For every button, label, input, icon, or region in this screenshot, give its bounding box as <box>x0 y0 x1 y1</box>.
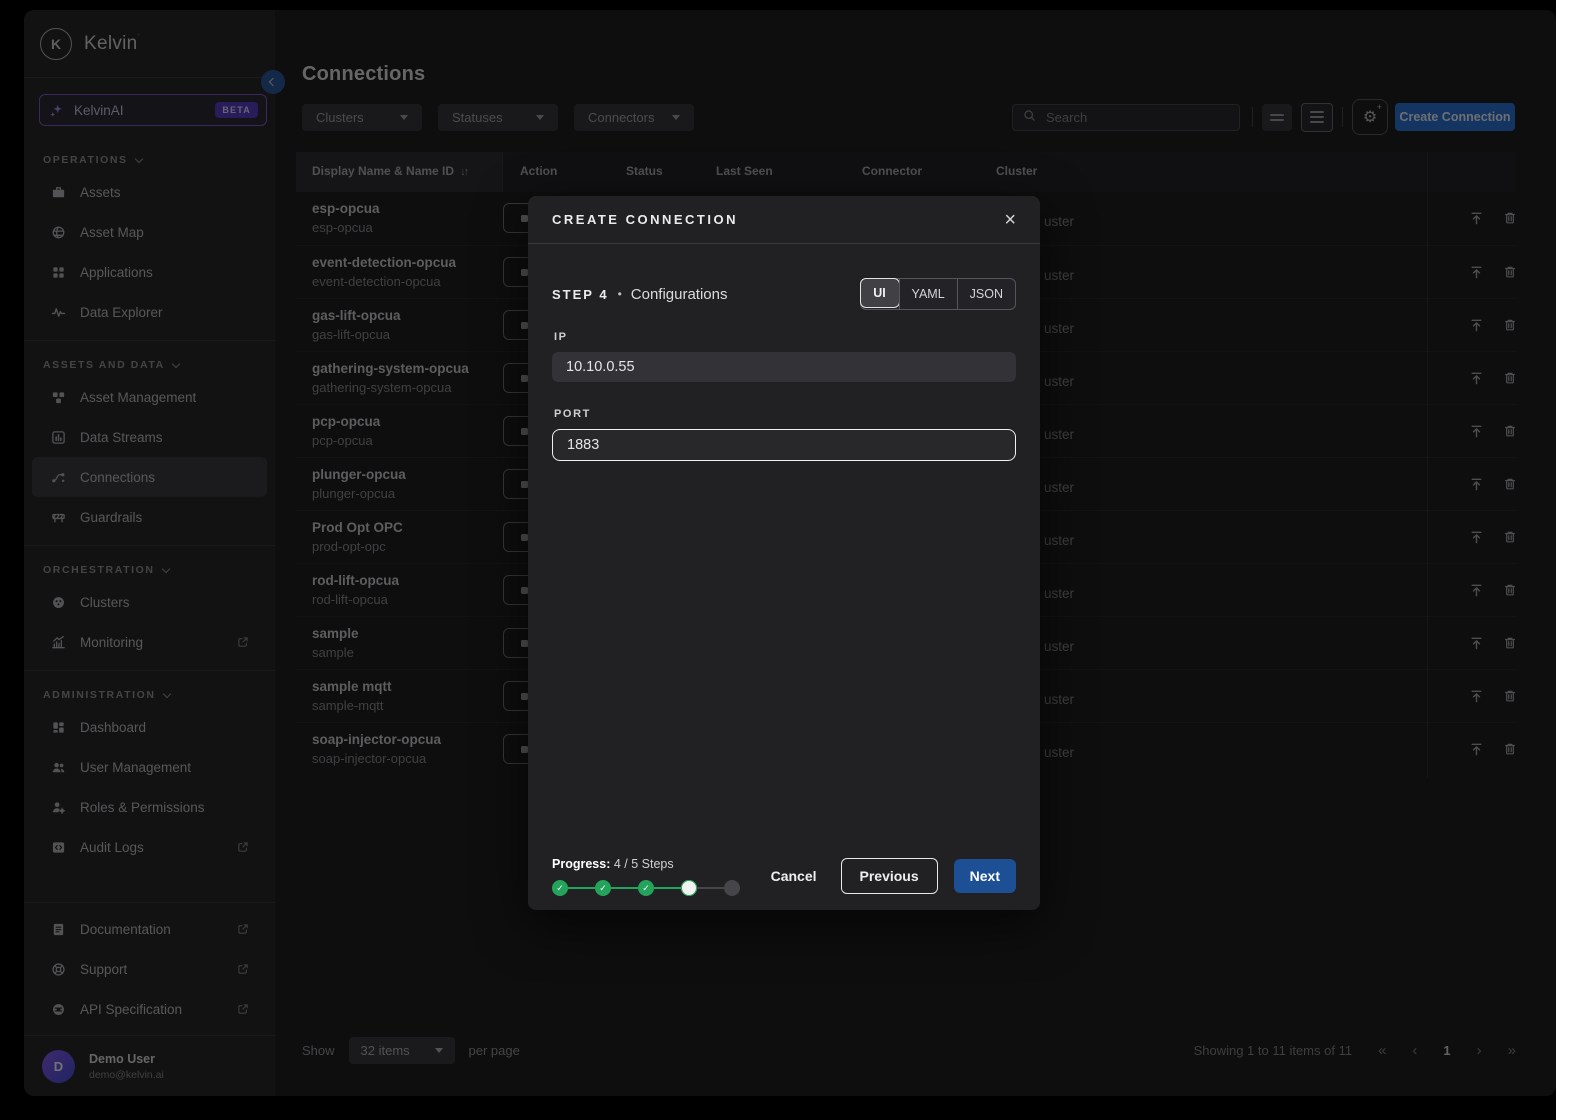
step-indicator: STEP 4 • Configurations <box>552 286 728 303</box>
step-dot-3: ✓ <box>638 880 654 896</box>
modal-actions: Cancel Previous Next <box>763 858 1016 894</box>
ip-field[interactable]: 10.10.0.55 <box>552 352 1016 382</box>
format-tab-json[interactable]: JSON <box>957 279 1015 309</box>
step-connector <box>568 887 595 890</box>
screen: K Kelvin˙ KelvinAI BETA OPERATIONSAssets… <box>0 0 1584 1120</box>
step-connector <box>654 887 681 890</box>
progress-value: 4 / 5 Steps <box>614 857 674 871</box>
ip-label: IP <box>554 331 1016 343</box>
step-dot-2: ✓ <box>595 880 611 896</box>
previous-button[interactable]: Previous <box>841 858 938 894</box>
format-tab-yaml[interactable]: YAML <box>899 279 957 309</box>
progress-label: Progress: <box>552 857 610 871</box>
close-icon[interactable]: × <box>1004 210 1016 230</box>
step-connector <box>697 887 724 890</box>
port-field[interactable]: 1883 <box>552 429 1016 461</box>
step-dot-4 <box>681 880 697 896</box>
format-toggle: UIYAMLJSON <box>860 278 1016 310</box>
next-button[interactable]: Next <box>954 859 1016 893</box>
step-dot-5 <box>724 880 740 896</box>
cancel-button[interactable]: Cancel <box>763 868 825 884</box>
step-name: Configurations <box>631 286 728 303</box>
create-connection-modal: CREATE CONNECTION × STEP 4 • Configurati… <box>528 196 1040 910</box>
format-tab-ui[interactable]: UI <box>860 278 900 308</box>
progress-text: Progress: 4 / 5 Steps <box>552 857 740 871</box>
step-connector <box>611 887 638 890</box>
progress-stepper: ✓ ✓ ✓ <box>552 880 740 896</box>
modal-title: CREATE CONNECTION <box>552 212 738 227</box>
modal-header: CREATE CONNECTION × <box>528 196 1040 244</box>
step-label: STEP 4 <box>552 287 609 302</box>
step-dot-1: ✓ <box>552 880 568 896</box>
modal-body: STEP 4 • Configurations UIYAMLJSON IP 10… <box>528 244 1040 461</box>
port-label: PORT <box>554 408 1016 420</box>
step-bullet: • <box>618 287 622 301</box>
progress-block: Progress: 4 / 5 Steps ✓ ✓ ✓ <box>552 857 740 896</box>
